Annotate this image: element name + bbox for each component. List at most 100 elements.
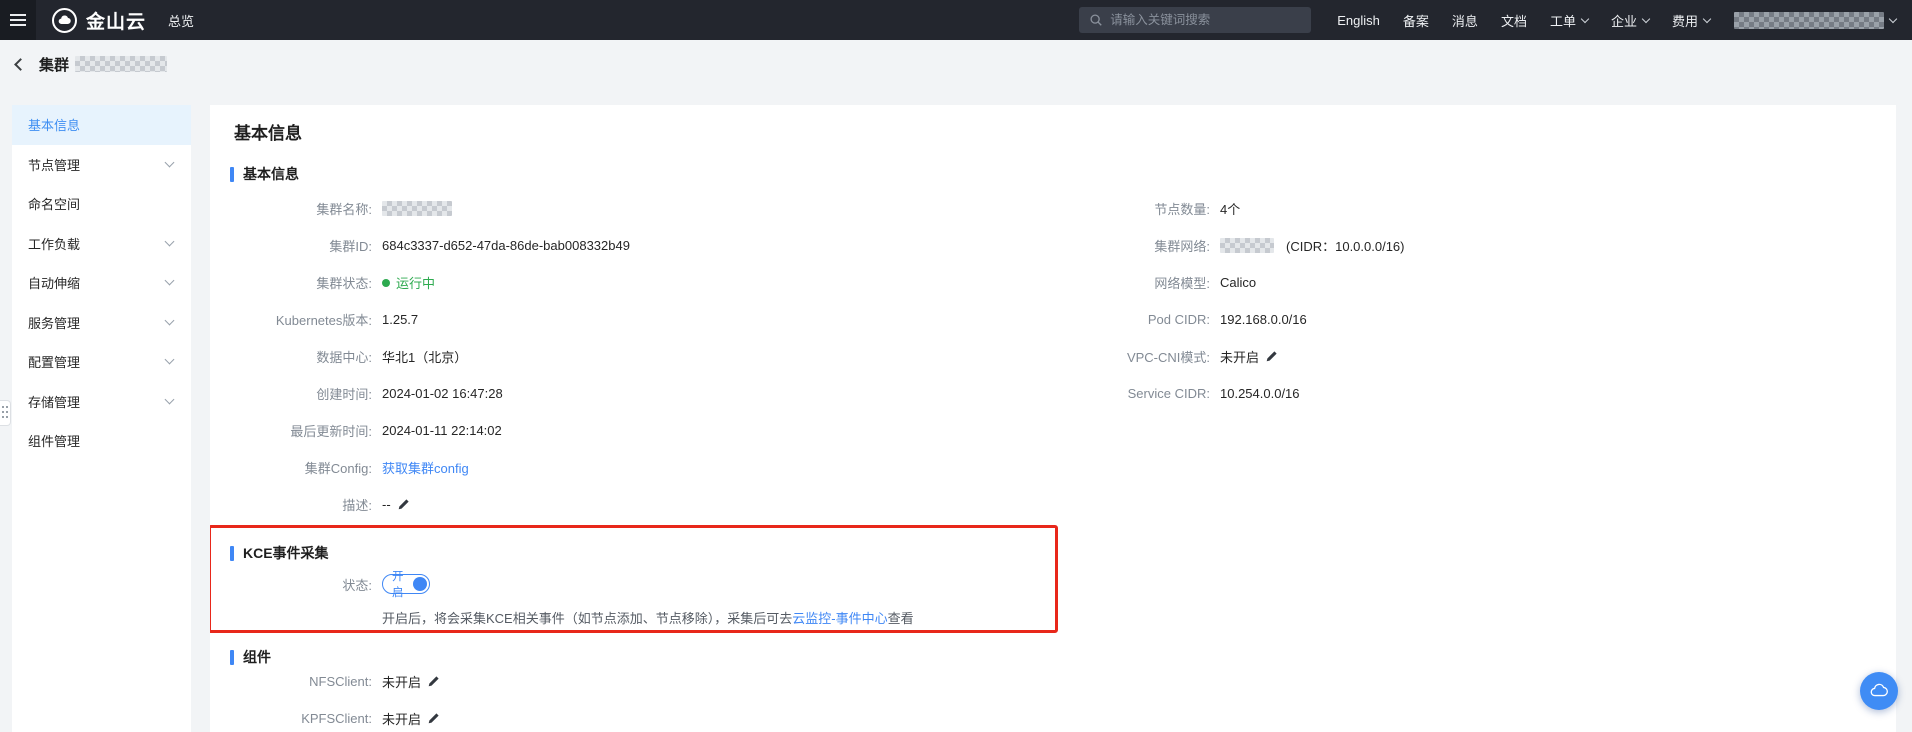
docs-link[interactable]: 文档 [1501, 11, 1527, 30]
field-label: Kubernetes版本: [275, 313, 372, 328]
components-rows: NFSClient: 未开启 KPFSClient: 未开启 [230, 663, 440, 732]
edit-pencil-icon[interactable] [397, 498, 410, 511]
sidebar-item-component-management[interactable]: 组件管理 [12, 421, 191, 461]
field-label: Pod CIDR: [1147, 312, 1210, 327]
sidebar: 基本信息 节点管理 命名空间 工作负载 自动伸缩 服务管理 配置管理 存储管理 … [12, 105, 191, 732]
field-value: 2024-01-02 16:47:28 [382, 386, 503, 401]
panel-collapse-handle[interactable] [0, 400, 11, 426]
language-link[interactable]: English [1337, 13, 1380, 28]
field-label: 网络模型: [1154, 276, 1210, 291]
field-value: 10.254.0.0/16 [1220, 386, 1300, 401]
enterprise-dropdown[interactable]: 企业 [1611, 11, 1651, 30]
field-label: 状态: [342, 577, 372, 593]
account-menu[interactable] [1734, 11, 1898, 29]
status-badge: 运行中 [396, 276, 436, 291]
sidebar-item-storage-management[interactable]: 存储管理 [12, 382, 191, 422]
field-label: 最后更新时间: [290, 424, 372, 439]
workorder-dropdown[interactable]: 工单 [1550, 11, 1590, 30]
field-value: (CIDR：10.0.0.0/16) [1286, 239, 1405, 254]
search-icon [1090, 14, 1102, 26]
field-label: 创建时间: [316, 387, 372, 402]
field-network-model: 网络模型: Calico [870, 264, 1405, 301]
section-bar-icon [230, 166, 234, 182]
edit-pencil-icon[interactable] [427, 675, 440, 688]
field-label: 集群网络: [1154, 239, 1210, 254]
sidebar-item-workload[interactable]: 工作负载 [12, 224, 191, 264]
network-name-redacted [1220, 238, 1274, 253]
field-cluster-name: 集群名称: [230, 190, 630, 227]
chevron-down-icon [164, 275, 175, 286]
section-basic-info: 基本信息 [230, 164, 299, 184]
field-label: Service CIDR: [1127, 386, 1210, 401]
get-cluster-config-link[interactable]: 获取集群config [382, 458, 469, 477]
field-value: 未开启 [382, 675, 422, 690]
chevron-down-icon [164, 315, 175, 326]
page: 金山云 总览 English 备案 消息 文档 工单 企业 费用 集群 基本信息… [0, 0, 1912, 732]
sidebar-item-node-management[interactable]: 节点管理 [12, 145, 191, 185]
toggle-state-label: 开启 [392, 571, 404, 599]
main-panel: 基本信息 基本信息 集群名称: 集群ID: 684c3337-d652-47da… [210, 105, 1896, 732]
field-value: 华北1（北京） [382, 350, 468, 365]
sidebar-item-autoscaling[interactable]: 自动伸缩 [12, 263, 191, 303]
basic-info-right-column: 节点数量: 4个 集群网络: (CIDR：10.0.0.0/16) 网络模型: … [870, 190, 1405, 412]
field-value: 未开启 [382, 712, 422, 727]
section-kce-events: KCE事件采集 [230, 543, 329, 563]
account-name-redacted [1734, 11, 1884, 29]
messages-link[interactable]: 消息 [1452, 11, 1478, 30]
field-value: 1.25.7 [382, 312, 419, 327]
field-value: 2024-01-11 22:14:02 [382, 423, 502, 438]
field-label: KPFSClient: [301, 711, 372, 726]
sidebar-item-basic-info[interactable]: 基本信息 [12, 105, 191, 145]
section-bar-icon [230, 545, 234, 561]
status-dot-icon [382, 278, 390, 287]
toggle-knob [413, 577, 427, 591]
breadcrumb: 集群 [14, 51, 168, 77]
sidebar-item-config-management[interactable]: 配置管理 [12, 342, 191, 382]
field-pod-cidr: Pod CIDR: 192.168.0.0/16 [870, 301, 1405, 338]
chevron-down-icon [1641, 14, 1651, 23]
cluster-name-redacted [75, 56, 168, 72]
page-title: 基本信息 [234, 124, 302, 143]
cloud-monitor-event-center-link[interactable]: 云监控-事件中心 [792, 611, 887, 626]
back-button[interactable] [14, 57, 27, 71]
field-cluster-config: 集群Config: 获取集群config [230, 449, 630, 486]
edit-pencil-icon[interactable] [427, 712, 440, 725]
search-input[interactable] [1110, 13, 1302, 27]
field-label: NFSClient: [309, 674, 372, 689]
cloud-logo-icon [52, 7, 77, 33]
field-service-cidr: Service CIDR: 10.254.0.0/16 [870, 375, 1405, 412]
kce-description: 开启后，将会采集KCE相关事件（如节点添加、节点移除），采集后可去云监控-事件中… [382, 611, 914, 626]
field-k8s-version: Kubernetes版本: 1.25.7 [230, 301, 630, 338]
field-value: 4个 [1220, 202, 1241, 217]
chevron-down-icon [1702, 14, 1712, 23]
chevron-down-icon [164, 354, 175, 365]
chevron-down-icon [1888, 14, 1898, 23]
field-label: 集群Config: [304, 461, 372, 476]
topnav: English 备案 消息 文档 工单 企业 费用 [1337, 11, 1712, 30]
field-value: Calico [1220, 275, 1257, 290]
sidebar-item-namespace[interactable]: 命名空间 [12, 184, 191, 224]
field-value: 192.168.0.0/16 [1220, 312, 1307, 327]
floating-cloud-button[interactable] [1860, 672, 1898, 710]
menu-toggle[interactable] [0, 0, 36, 40]
global-search[interactable] [1079, 7, 1312, 33]
field-node-count: 节点数量: 4个 [870, 190, 1405, 227]
beian-link[interactable]: 备案 [1403, 11, 1429, 30]
sidebar-item-service-management[interactable]: 服务管理 [12, 303, 191, 343]
field-value: -- [382, 497, 391, 512]
chevron-down-icon [164, 236, 175, 247]
billing-dropdown[interactable]: 费用 [1672, 11, 1712, 30]
brand-logo[interactable]: 金山云 [52, 7, 146, 34]
brand-name: 金山云 [86, 11, 147, 33]
chevron-down-icon [164, 157, 175, 168]
field-cluster-id: 集群ID: 684c3337-d652-47da-86de-bab008332b… [230, 227, 630, 264]
field-datacenter: 数据中心: 华北1（北京） [230, 338, 630, 375]
cloud-icon [1870, 683, 1888, 697]
annotation-red-box: KCE事件采集 状态: 开启 开启后，将会采集KCE相关事件（如节点添加、节点移… [210, 525, 1058, 633]
nav-overview[interactable]: 总览 [168, 11, 194, 30]
field-label: 集群名称: [316, 202, 372, 217]
kce-events-toggle[interactable]: 开启 [382, 571, 430, 599]
field-kce-status: 状态: 开启 [230, 571, 430, 599]
field-updated-time: 最后更新时间: 2024-01-11 22:14:02 [230, 412, 630, 449]
edit-pencil-icon[interactable] [1265, 350, 1278, 363]
